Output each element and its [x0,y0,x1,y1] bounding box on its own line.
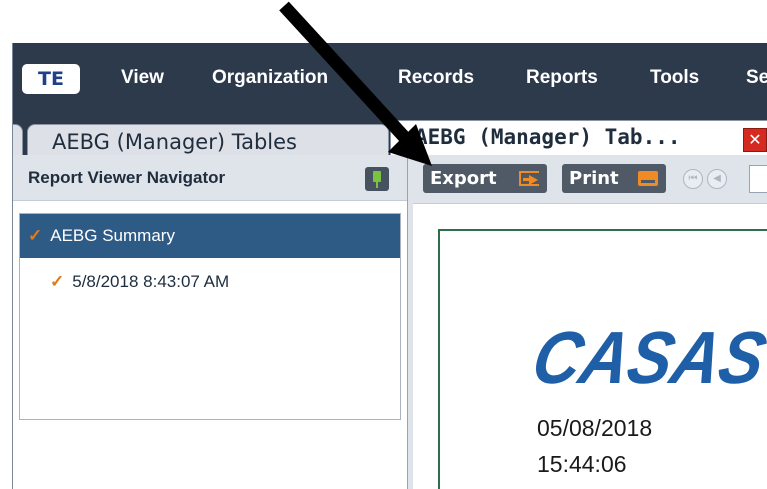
tree-item-report-run[interactable]: ✓ 5/8/2018 8:43:07 AM [50,260,229,304]
te-logo-text: TE [38,68,64,90]
menu-bar: TE View Organization Records Reports Too… [13,43,767,116]
first-page-icon[interactable]: ⏮ [683,169,703,189]
viewer-toolbar: Export Print ⏮ ◀ [413,155,767,204]
casas-logo-text: CASAS [528,316,767,399]
application-window: TE View Organization Records Reports Too… [12,43,767,489]
menu-records[interactable]: Records [398,65,474,91]
report-viewer-navigator: Report Viewer Navigator ✓ AEBG Summary ✓ 5… [13,155,408,489]
tree-item-aebg-summary[interactable]: ✓ AEBG Summary [20,214,400,258]
export-icon [519,171,539,186]
menu-view[interactable]: View [121,65,164,91]
tab-aebg-tables-active[interactable]: AEBG (Manager) Tab... ✕ [390,120,767,156]
checkmark-icon: ✓ [28,226,43,245]
export-label: Export [430,168,497,189]
report-date: 05/08/2018 [537,415,653,441]
checkmark-icon: ✓ [50,272,65,291]
tree-item-label: 5/8/2018 8:43:07 AM [72,272,230,291]
export-icon-arrow [529,175,538,185]
navigator-tree: ✓ AEBG Summary ✓ 5/8/2018 8:43:07 AM [19,213,401,420]
print-label: Print [569,168,619,189]
tab-label-active: AEBG (Manager) Tab... [415,125,681,149]
report-page: CASAS 05/08/2018 15:44:06 [438,229,767,489]
tab-label: AEBG (Manager) Tables [52,130,297,154]
pin-head [373,171,381,182]
tab-stub[interactable] [13,124,23,157]
close-icon[interactable]: ✕ [743,128,767,152]
print-button[interactable]: Print [562,164,666,193]
tab-strip: AEBG (Manager) Tables AEBG (Manager) Tab… [13,116,767,157]
previous-page-icon[interactable]: ◀ [707,169,727,189]
tree-item-label: AEBG Summary [50,226,175,245]
report-viewer: Export Print ⏮ ◀ CASAS 05/08/2018 15:44:… [413,155,767,489]
pin-stem [376,182,378,188]
menu-tools[interactable]: Tools [650,65,699,91]
tab-aebg-tables[interactable]: AEBG (Manager) Tables [27,124,389,156]
printer-icon [638,171,658,186]
menu-setup[interactable]: Se [746,65,767,91]
printer-icon-slot [641,180,655,183]
menu-organization[interactable]: Organization [212,65,328,91]
report-time: 15:44:06 [537,451,627,477]
menu-reports[interactable]: Reports [526,65,598,91]
casas-logo: CASAS [528,316,767,399]
page-number-input[interactable] [749,165,767,193]
navigator-title: Report Viewer Navigator [28,168,226,187]
pin-icon[interactable] [365,167,389,191]
te-logo[interactable]: TE [22,64,80,94]
export-button[interactable]: Export [423,164,547,193]
navigator-header: Report Viewer Navigator [13,155,407,201]
